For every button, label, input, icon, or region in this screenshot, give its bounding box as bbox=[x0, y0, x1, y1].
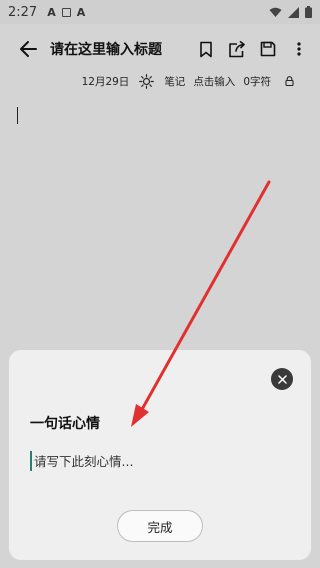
status-time: 2:27 bbox=[8, 4, 38, 20]
save-button[interactable] bbox=[252, 31, 283, 67]
sheet-title: 一句话心情 bbox=[30, 416, 100, 432]
box-icon bbox=[61, 7, 71, 17]
mood-input[interactable] bbox=[30, 451, 294, 471]
input-hint: 点击输入 bbox=[193, 75, 236, 88]
note-date[interactable]: 12月29日 bbox=[82, 74, 130, 89]
arrow-left-icon bbox=[20, 41, 37, 57]
note-title[interactable]: 请在这里输入标题 bbox=[50, 39, 162, 59]
status-bar: 2:27 A A bbox=[0, 0, 320, 24]
save-icon bbox=[260, 41, 275, 57]
app-bar: 请在这里输入标题 bbox=[0, 24, 320, 74]
signal-icon bbox=[288, 6, 299, 18]
system-icons bbox=[269, 6, 312, 18]
more-button[interactable] bbox=[283, 31, 314, 67]
done-button[interactable]: 完成 bbox=[117, 510, 203, 542]
note-category[interactable]: 笔记 bbox=[164, 74, 185, 89]
notification-icons: A A bbox=[47, 6, 85, 19]
mood-sheet: 一句话心情 完成 bbox=[9, 350, 311, 560]
battery-icon bbox=[305, 6, 312, 18]
wifi-icon bbox=[269, 7, 282, 17]
share-icon bbox=[228, 40, 245, 57]
a-icon: A bbox=[47, 5, 56, 19]
back-button[interactable] bbox=[10, 31, 46, 67]
sun-icon[interactable] bbox=[139, 73, 155, 89]
lock-icon[interactable] bbox=[285, 76, 294, 86]
close-button[interactable] bbox=[271, 368, 293, 390]
bookmark-button[interactable] bbox=[190, 31, 221, 67]
a-icon: A bbox=[76, 5, 86, 19]
editor-caret[interactable] bbox=[17, 107, 18, 124]
close-icon bbox=[277, 374, 287, 384]
char-count: 0字符 bbox=[243, 75, 271, 88]
more-icon bbox=[296, 42, 301, 56]
share-button[interactable] bbox=[221, 31, 252, 67]
note-meta-row: 12月29日 笔记 点击输入 0字符 bbox=[82, 72, 294, 90]
bookmark-icon bbox=[199, 41, 212, 57]
toolbar-actions bbox=[190, 31, 320, 67]
